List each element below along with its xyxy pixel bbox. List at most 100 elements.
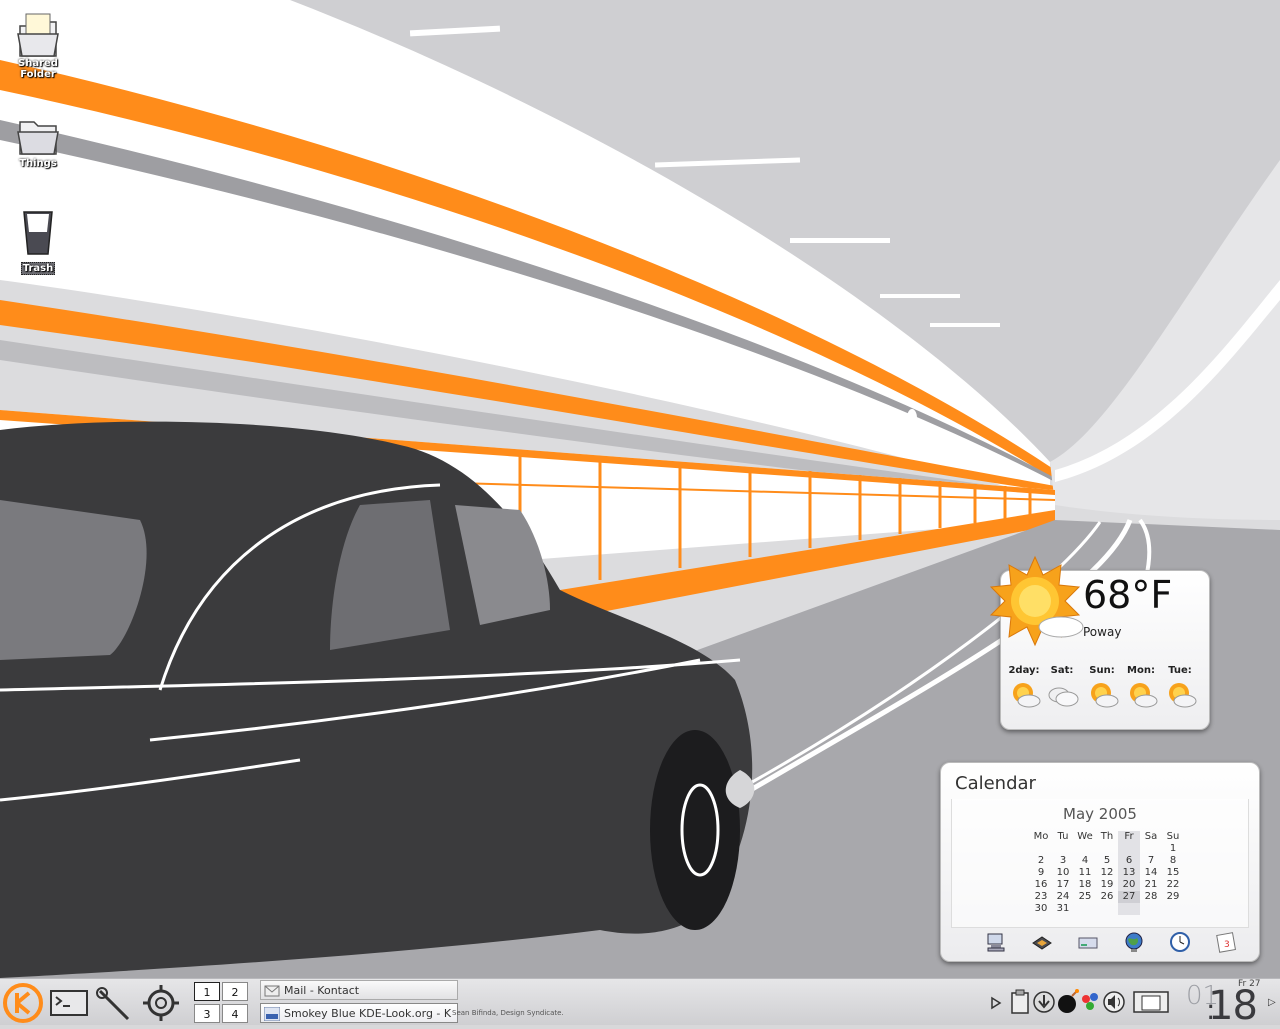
calendar-week: 23 24 25 26 27 28 29	[1030, 891, 1184, 903]
desktop-icon-trash[interactable]: Trash	[0, 208, 76, 275]
calendar-day[interactable]: 14	[1140, 867, 1162, 879]
partly-cloudy-icon	[1130, 683, 1158, 708]
calendar-day[interactable]: 3	[1052, 855, 1074, 867]
globe-icon[interactable]	[1123, 931, 1145, 953]
terminal-icon[interactable]	[48, 981, 90, 1023]
pager-desktop-4[interactable]: 4	[222, 1004, 248, 1023]
pager-desktop-3[interactable]: 3	[194, 1004, 220, 1023]
calendar-day[interactable]: 17	[1052, 879, 1074, 891]
calendar-day[interactable]: 15	[1162, 867, 1184, 879]
drive-icon[interactable]	[1077, 931, 1099, 953]
calendar-day[interactable]: 25	[1074, 891, 1096, 903]
show-desktop-icon[interactable]	[1132, 989, 1170, 1015]
calendar-day[interactable]: 26	[1096, 891, 1118, 903]
partly-cloudy-icon	[1169, 683, 1197, 708]
panel-hide-arrow-icon[interactable]: ▷	[1268, 997, 1276, 1008]
download-icon[interactable]	[1032, 989, 1056, 1015]
calendar-month: May 2005	[1063, 805, 1137, 823]
wallpaper-credit: Sean Bifinda, Design Syndicate.	[452, 1009, 564, 1017]
calendar-day[interactable]: 13	[1118, 867, 1140, 879]
calendar-day[interactable]	[1096, 843, 1118, 855]
calendar-widget[interactable]: Calendar May 2005 Mo Tu We Th Fr Sa Su 1…	[940, 762, 1260, 962]
desktop-icon-label: Trash	[20, 262, 56, 275]
weather-widget[interactable]: 68°F Poway 2day: Sat: Sun: Mon: Tue:	[989, 555, 1210, 730]
weekday-header: Sa	[1144, 831, 1158, 842]
forecast-day-label: Sat:	[1050, 665, 1074, 676]
tray-expand-arrow-icon[interactable]	[990, 995, 1002, 1011]
calendar-icon[interactable]: 3	[1215, 931, 1237, 953]
calendar-day[interactable]: 12	[1096, 867, 1118, 879]
calendar-day[interactable]	[1118, 843, 1140, 855]
partly-cloudy-icon	[1013, 683, 1041, 708]
cloudy-icon	[1048, 687, 1079, 707]
speaker-icon[interactable]	[1102, 989, 1126, 1015]
task-mail-kontact[interactable]: Mail - Kontact	[260, 980, 458, 1000]
calendar-day[interactable]: 9	[1030, 867, 1052, 879]
calendar-week: 30 31	[1030, 903, 1184, 915]
clock-icon[interactable]	[1169, 931, 1191, 953]
weather-city: Poway	[1083, 625, 1122, 639]
taskbar: 1 2 3 4 Mail - Kontact Smokey Blue KDE-L…	[0, 978, 1280, 1029]
calendar-day[interactable]	[1096, 903, 1118, 915]
calendar-day[interactable]: 23	[1030, 891, 1052, 903]
weather-temperature: 68°F	[1083, 573, 1173, 617]
calendar-app-bar: 3	[981, 931, 1241, 957]
calendar-day[interactable]: 21	[1140, 879, 1162, 891]
forecast-day-label: Tue:	[1168, 665, 1192, 676]
calendar-day[interactable]: 2	[1030, 855, 1052, 867]
calendar-week: 9 10 11 12 13 14 15	[1030, 867, 1184, 879]
desktop-icon-things[interactable]: Things	[0, 118, 76, 169]
folder-icon	[17, 121, 59, 155]
calendar-day[interactable]	[1074, 843, 1096, 855]
calendar-day[interactable]: 19	[1096, 879, 1118, 891]
calendar-day[interactable]: 10	[1052, 867, 1074, 879]
calendar-day[interactable]	[1162, 903, 1184, 915]
calendar-day[interactable]	[1074, 903, 1096, 915]
calendar-day[interactable]: 22	[1162, 879, 1184, 891]
calendar-day[interactable]: 5	[1096, 855, 1118, 867]
calendar-week: 1	[1030, 843, 1184, 855]
shared-folder-icon	[17, 13, 59, 57]
calendar-day[interactable]: 30	[1030, 903, 1052, 915]
tools-icon[interactable]	[94, 981, 136, 1023]
calendar-day[interactable]	[1052, 843, 1074, 855]
calendar-day[interactable]	[1140, 843, 1162, 855]
desktop-icon-shared-folder[interactable]: Shared Folder	[0, 12, 76, 80]
calendar-day[interactable]: 8	[1162, 855, 1184, 867]
chip-icon[interactable]	[1031, 931, 1053, 953]
system-tray	[990, 985, 1180, 1021]
calendar-day-today[interactable]: 27	[1118, 891, 1140, 903]
weekday-header: We	[1077, 831, 1093, 842]
desktop-pager: 1 2 3 4	[192, 980, 252, 1024]
calendar-day[interactable]	[1140, 903, 1162, 915]
calendar-day[interactable]: 28	[1140, 891, 1162, 903]
settings-gear-icon[interactable]	[140, 981, 182, 1023]
calendar-day[interactable]: 7	[1140, 855, 1162, 867]
color-palette-icon[interactable]	[1080, 989, 1102, 1015]
calendar-day[interactable]: 31	[1052, 903, 1074, 915]
calendar-day[interactable]: 20	[1118, 879, 1140, 891]
calendar-day[interactable]: 11	[1074, 867, 1096, 879]
calendar-day[interactable]: 24	[1052, 891, 1074, 903]
calendar-day[interactable]: 4	[1074, 855, 1096, 867]
calendar-day[interactable]	[1030, 843, 1052, 855]
pager-desktop-2[interactable]: 2	[222, 982, 248, 1001]
calendar-day[interactable]: 6	[1118, 855, 1140, 867]
weekday-header: Fr	[1118, 831, 1140, 843]
calendar-day[interactable]: 18	[1074, 879, 1096, 891]
calendar-day[interactable]	[1118, 903, 1140, 915]
pager-desktop-1[interactable]: 1	[194, 982, 220, 1001]
calendar-week: 2 3 4 5 6 7 8	[1030, 855, 1184, 867]
computer-icon[interactable]	[985, 931, 1007, 953]
mail-icon	[264, 985, 280, 997]
calendar-day[interactable]: 1	[1162, 843, 1184, 855]
clipboard-icon[interactable]	[1010, 989, 1030, 1015]
bomb-icon[interactable]	[1056, 989, 1080, 1015]
task-smokey-blue[interactable]: Smokey Blue KDE-Look.org - K	[260, 1003, 458, 1023]
forecast-day-label: Mon:	[1127, 665, 1155, 676]
trash-icon	[23, 211, 53, 255]
calendar-day[interactable]: 29	[1162, 891, 1184, 903]
kde-menu-icon[interactable]	[2, 981, 44, 1023]
weekday-header: Su	[1166, 831, 1180, 842]
calendar-day[interactable]: 16	[1030, 879, 1052, 891]
